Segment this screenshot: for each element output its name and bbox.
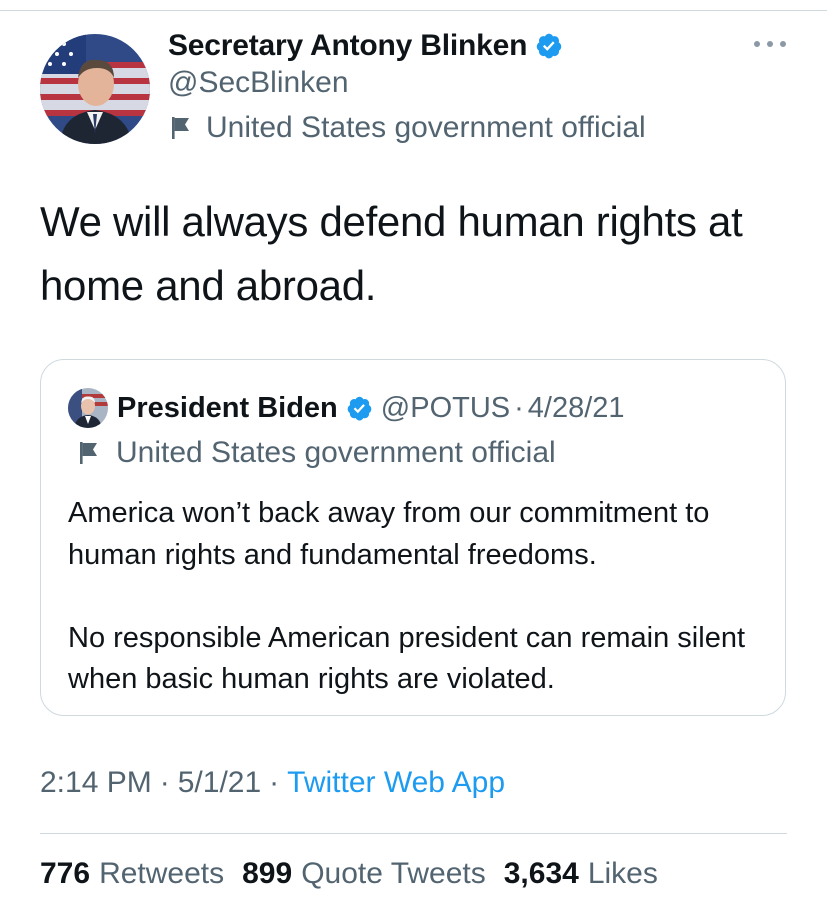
- quoted-separator: ·: [514, 391, 524, 424]
- retweets-stat[interactable]: 776 Retweets: [40, 857, 224, 891]
- author-name[interactable]: Secretary Antony Blinken: [168, 29, 527, 63]
- stats-divider: [40, 833, 787, 834]
- quoted-paragraph: No responsible American president can re…: [68, 621, 746, 696]
- author-handle[interactable]: @SecBlinken: [168, 66, 349, 100]
- author-gov-label: United States government official: [170, 111, 646, 145]
- quote-tweets-label: Quote Tweets: [301, 857, 486, 890]
- likes-stat[interactable]: 3,634 Likes: [504, 857, 658, 891]
- tweet-source-link[interactable]: Twitter Web App: [287, 766, 505, 800]
- top-divider: [0, 10, 827, 11]
- quoted-tweet-card[interactable]: President Biden @POTUS · 4/28/21 United …: [40, 359, 786, 716]
- more-options-button[interactable]: [753, 30, 787, 58]
- tweet-date[interactable]: 5/1/21: [178, 766, 261, 800]
- quoted-gov-label-text: United States government official: [116, 436, 556, 469]
- tweet-time[interactable]: 2:14 PM: [40, 766, 152, 800]
- quoted-author-name: President Biden: [117, 391, 338, 424]
- retweets-count: 776: [40, 857, 91, 890]
- quote-tweets-count: 899: [242, 857, 293, 890]
- retweets-label: Retweets: [99, 857, 225, 890]
- author-gov-label-text: United States government official: [206, 111, 646, 144]
- flag-icon: [170, 115, 192, 141]
- quoted-tweet-text: America won’t back away from our commitm…: [68, 493, 778, 701]
- likes-count: 3,634: [503, 857, 579, 890]
- likes-label: Likes: [587, 857, 658, 890]
- engagement-stats: 776 Retweets 899 Quote Tweets 3,634 Like…: [40, 857, 676, 891]
- flag-icon: [78, 440, 100, 466]
- meta-separator: ·: [159, 766, 170, 799]
- more-options-icon: [754, 41, 786, 47]
- quoted-author-avatar: [68, 388, 108, 428]
- author-avatar[interactable]: [40, 34, 150, 144]
- quoted-header: President Biden @POTUS · 4/28/21: [117, 388, 625, 428]
- quote-tweets-stat[interactable]: 899 Quote Tweets: [242, 857, 486, 891]
- tweet-text: We will always defend human rights at ho…: [40, 198, 743, 309]
- quoted-paragraph: America won’t back away from our commitm…: [68, 497, 710, 571]
- verified-badge-icon: [535, 32, 563, 60]
- tweet-meta: 2:14 PM · 5/1/21 · Twitter Web App: [40, 766, 505, 800]
- author-name-row: Secretary Antony Blinken: [168, 26, 563, 66]
- verified-badge-icon: [346, 395, 373, 422]
- meta-separator: ·: [269, 766, 280, 799]
- quoted-author-handle: @POTUS: [380, 391, 511, 424]
- quoted-date: 4/28/21: [527, 391, 625, 424]
- quoted-gov-label: United States government official: [78, 436, 556, 470]
